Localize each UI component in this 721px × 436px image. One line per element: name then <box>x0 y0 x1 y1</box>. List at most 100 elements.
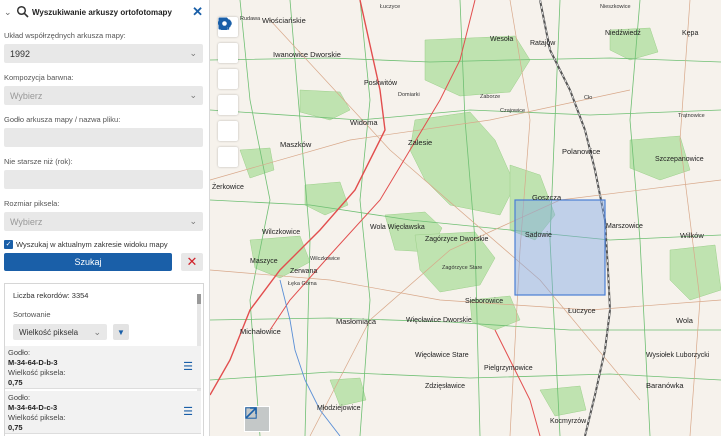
chevron-down-icon[interactable]: ⌄ <box>4 7 14 18</box>
chevron-down-icon: ⌄ <box>189 216 197 226</box>
not-older-than-label: Nie starsze niż (rok): <box>4 157 73 166</box>
coord-system-label: Układ współrzędnych arkusza mapy: <box>4 31 126 40</box>
search-icon <box>16 5 30 19</box>
map-label: Zdzięsławice <box>425 383 466 390</box>
menu-icon[interactable]: ☰ <box>183 405 193 418</box>
map-label: Goszcza <box>532 193 562 202</box>
map-label: Łęka Górna <box>288 281 317 287</box>
map-label: Kępa <box>682 30 699 37</box>
map-view[interactable]: Rudawa Łuczyce Nieszkowice Włościańskie … <box>210 0 721 436</box>
map-label: Wilków <box>680 231 704 240</box>
panel-title: Wyszukiwanie arkuszy ortofotomapy <box>32 7 172 17</box>
map-label: Zagórzyce Dworskie <box>425 236 489 243</box>
panel-header: ⌄ Wyszukiwanie arkuszy ortofotomapy ✕ <box>0 0 209 24</box>
map-label: Młodziejowice <box>317 405 361 412</box>
search-button[interactable]: Szukaj <box>4 253 172 271</box>
map-label: Więcławice Dworskie <box>406 317 472 324</box>
map-label: Ratajów <box>530 40 556 47</box>
map-label: Maszków <box>280 140 312 149</box>
scrollbar-thumb[interactable] <box>197 294 201 304</box>
map-label: Szczepanowice <box>655 156 704 163</box>
menu-icon[interactable]: ☰ <box>183 360 193 373</box>
sort-value: Wielkość piksela <box>19 327 79 337</box>
map-label: Wola <box>676 316 693 325</box>
chevron-down-icon: ⌄ <box>189 90 197 100</box>
pixel-size-label: Rozmiar piksela: <box>4 199 60 208</box>
river <box>279 279 341 436</box>
map-label: Łuczyce <box>380 4 401 10</box>
map-label: Poskwitów <box>364 80 398 87</box>
map-extent-checkbox[interactable]: ✓ <box>4 239 13 249</box>
map-label: Pielgrzymowice <box>484 365 533 372</box>
map-label: Żerkowice <box>212 184 244 191</box>
map-label: Zagórzyce Stare <box>442 265 483 271</box>
results-list: Liczba rekordów: 3354 Sortowanie Wielkoś… <box>4 283 204 436</box>
color-composition-label: Kompozycja barwna: <box>4 73 74 82</box>
sort-direction-icon[interactable]: ▼ <box>113 324 129 340</box>
map-label: Czajowice <box>500 108 526 114</box>
map-extent-checkbox-row[interactable]: ✓ Wyszukaj w aktualnym zakresie widoku m… <box>4 239 205 249</box>
list-item[interactable]: Godło: M-34-64-D-b-3 Wielkość piksela: 0… <box>5 346 201 389</box>
sheet-code-input[interactable] <box>4 128 203 147</box>
expand-icon <box>245 407 257 419</box>
map-label: Wilczkowice <box>262 229 301 236</box>
pixel-size-select[interactable]: Wybierz ⌄ <box>4 212 203 231</box>
map-label: Zalesie <box>408 138 433 147</box>
document-icon[interactable] <box>218 17 238 115</box>
record-godlo: M-34-64-D-b-3 <box>8 358 58 367</box>
coord-system-value: 1992 <box>10 48 31 59</box>
color-composition-select[interactable]: Wybierz ⌄ <box>4 86 203 105</box>
close-icon[interactable]: ✕ <box>192 4 203 20</box>
chevron-down-icon: ⌄ <box>93 326 101 337</box>
map-label: Sieborowice <box>465 298 504 305</box>
sort-label: Sortowanie <box>13 310 51 319</box>
coord-system-select[interactable]: 1992 ⌄ <box>4 44 203 63</box>
map-label: Baranówka <box>646 381 684 390</box>
map-label: Więcławice Stare <box>415 352 469 359</box>
print-icon[interactable] <box>218 18 238 63</box>
person-icon[interactable] <box>218 17 238 89</box>
map-canvas <box>210 0 721 436</box>
map-label: Domiarki <box>398 92 420 98</box>
map-label: Maszyce <box>250 258 278 265</box>
record-pixel: 0,75 <box>8 378 23 387</box>
map-toolbar <box>218 17 238 173</box>
record-godlo: M-34-64-D-c-3 <box>8 403 58 412</box>
record-pixel: 0,75 <box>8 423 23 432</box>
list-item[interactable]: Godło: M-34-64-D-c-3 Wielkość piksela: 0… <box>5 391 201 434</box>
map-label: Zerwana <box>290 268 318 275</box>
map-label: Kocmyrzów <box>550 418 587 425</box>
clear-icon[interactable]: ✕ <box>181 253 203 271</box>
selected-sheet-rectangle <box>514 199 606 296</box>
pixel-size-placeholder: Wybierz <box>10 216 43 227</box>
camera-icon[interactable] <box>218 17 238 167</box>
secondary-road <box>494 329 541 436</box>
chevron-down-icon: ⌄ <box>189 48 197 58</box>
record-pixel-label: Wielkość piksela: <box>8 368 66 377</box>
map-label: Wilczkowice <box>310 256 340 262</box>
map-label: Masłomiąca <box>336 317 377 326</box>
map-label: Sadowie <box>525 232 552 239</box>
sheet-code-label: Godło arkusza mapy / nazwa pliku: <box>4 115 121 124</box>
map-label: Cło <box>584 95 593 101</box>
search-panel: ⌄ Wyszukiwanie arkuszy ortofotomapy ✕ Uk… <box>0 0 210 436</box>
overview-map-toggle[interactable] <box>244 406 270 432</box>
color-composition-placeholder: Wybierz <box>10 90 43 101</box>
map-label: Niedźwiedź <box>605 30 641 37</box>
map-label: Trątnowice <box>678 113 705 119</box>
map-label: Michałowice <box>240 327 281 336</box>
not-older-than-input[interactable] <box>4 170 203 189</box>
map-label: Rudawa <box>240 16 261 22</box>
map-label: Wola Więcławska <box>370 224 425 231</box>
map-label: Wysiołek Luborzycki <box>646 352 710 359</box>
map-label: Marszowice <box>606 223 643 230</box>
map-label: Nieszkowice <box>600 4 631 10</box>
home-icon[interactable] <box>218 17 238 141</box>
map-label: Iwanowice Dworskie <box>273 50 341 59</box>
sort-select[interactable]: Wielkość piksela ⌄ <box>13 324 107 340</box>
map-label: Łuczyce <box>568 306 596 315</box>
map-extent-checkbox-label: Wyszukaj w aktualnym zakresie widoku map… <box>16 239 168 249</box>
record-pixel-label: Wielkość piksela: <box>8 413 66 422</box>
record-godlo-label: Godło: <box>8 393 31 402</box>
map-label: Włościańskie <box>262 16 306 25</box>
